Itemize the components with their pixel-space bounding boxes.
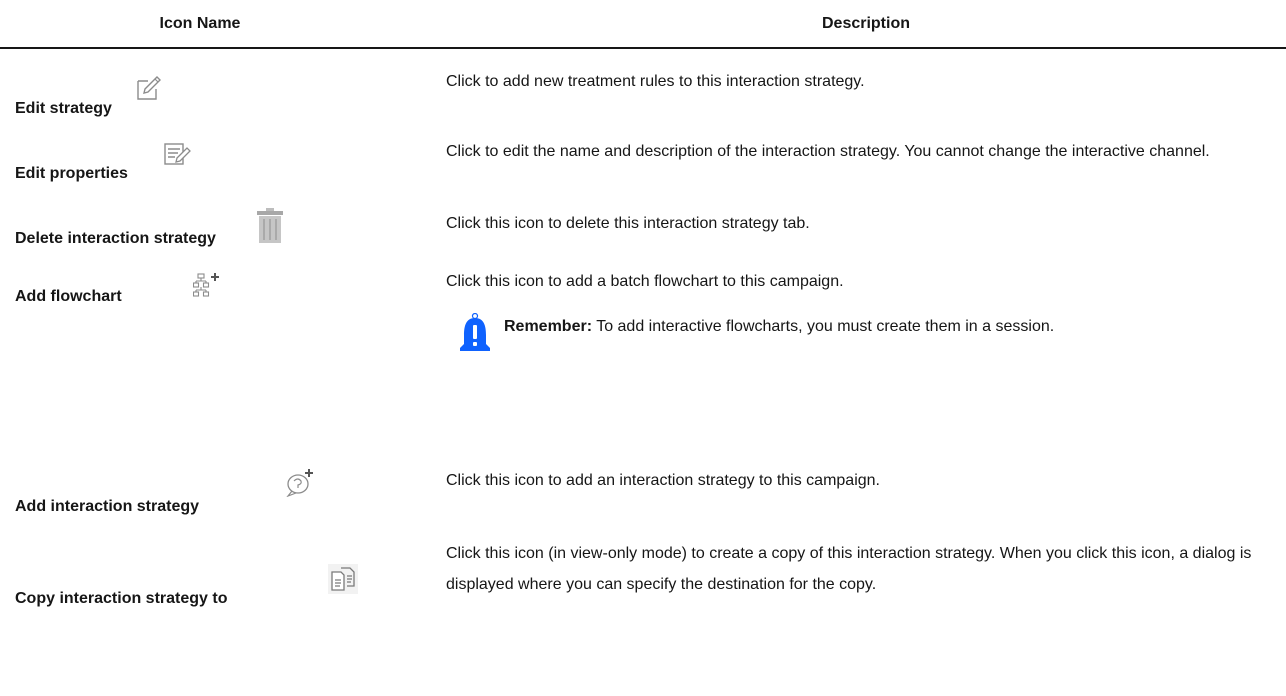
column-header-description: Description [821,15,910,32]
table-row-add-flowchart: Add flowchart Click this icon to add a b… [0,266,1286,416]
copy-document-icon [328,564,358,594]
table-row-add-strategy: Add interaction strategy Click this icon… [0,464,1286,528]
row-description: Click this icon to delete this interacti… [446,215,810,232]
bell-alert-icon [460,313,490,351]
table-row-copy-strategy: Copy interaction strategy to Click this … [0,538,1286,696]
icon-name-label: Delete interaction strategy [15,230,216,247]
column-header-icon-name: Icon Name [159,15,241,32]
header-divider [0,47,1286,49]
icon-name-label: Edit strategy [15,100,112,117]
icon-name-label: Copy interaction strategy to [15,590,228,607]
row-description: Click this icon to add a batch flowchart… [446,273,844,290]
icon-name-label: Edit properties [15,165,128,182]
trash-icon [257,208,283,243]
row-description: Click to add new treatment rules to this… [446,73,865,90]
note-label: Remember: [504,318,593,335]
edit-properties-icon [164,143,191,165]
add-flowchart-icon [193,273,219,297]
table-row-edit-strategy: Edit strategy Click to add new treatment… [0,64,1286,134]
row-description: Click this icon (in view-only mode) to c… [446,545,1252,593]
add-strategy-icon [286,469,313,497]
row-description: Click to edit the name and description o… [446,143,1210,160]
icon-name-label: Add flowchart [15,288,122,305]
note-text: To add interactive flowcharts, you must … [592,318,1055,335]
row-description: Click this icon to add an interaction st… [446,472,880,489]
icon-name-label: Add interaction strategy [15,498,200,515]
edit-pencil-icon [137,76,161,100]
table-row-edit-properties: Edit properties Click to edit the name a… [0,136,1286,206]
remember-note: Remember: To add interactive flowcharts,… [458,311,1278,391]
table-row-delete-strategy: Delete interaction strategy Click this i… [0,208,1286,264]
